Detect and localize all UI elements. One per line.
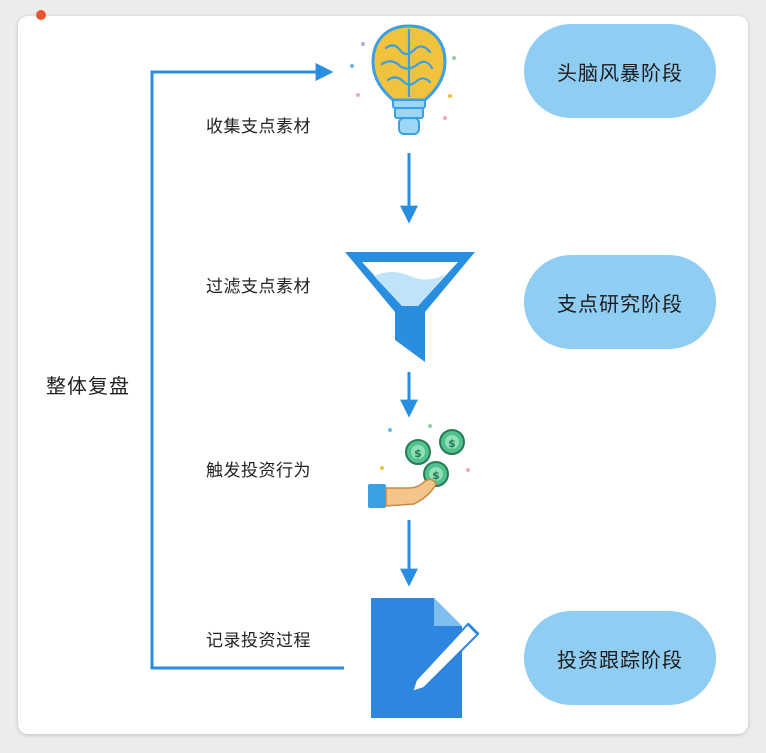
step-label-filter: 过滤支点素材 [206,277,311,297]
stage-pill-brainstorm: 头脑风暴阶段 [524,24,716,118]
step-label-record: 记录投资过程 [206,631,311,651]
stage-label-brainstorm: 头脑风暴阶段 [557,60,683,85]
stage-pill-tracking: 投资跟踪阶段 [524,611,716,705]
step-label-collect: 收集支点素材 [206,117,311,137]
svg-text:$: $ [414,447,422,460]
coins-hand-icon: $ $ $ [368,424,470,508]
stage-label-research: 支点研究阶段 [557,291,683,316]
stage-pill-research: 支点研究阶段 [524,255,716,349]
document-pen-icon [371,598,480,718]
stage-label-tracking: 投资跟踪阶段 [557,647,683,672]
loop-label: 整体复盘 [46,374,130,398]
svg-text:$: $ [448,437,456,450]
brain-bulb-icon [350,24,456,135]
funnel-icon [345,252,475,362]
loop-connector [150,63,344,670]
step-label-trigger: 触发投资行为 [206,461,311,481]
